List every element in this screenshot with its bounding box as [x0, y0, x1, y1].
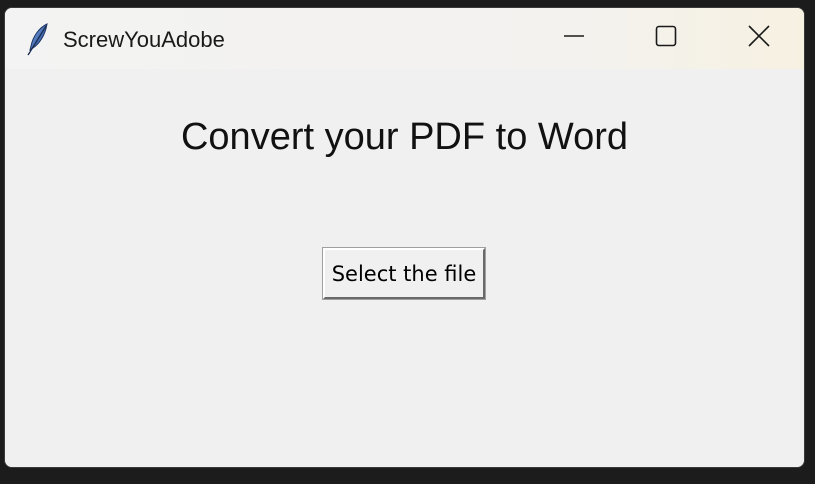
title-bar[interactable]: ScrewYouAdobe: [5, 8, 804, 69]
page-heading: Convert your PDF to Word: [180, 116, 628, 158]
maximize-icon: [655, 25, 677, 52]
close-button[interactable]: [712, 8, 804, 69]
main-content: Convert your PDF to Word Select the file: [5, 69, 804, 467]
maximize-button[interactable]: [620, 8, 712, 69]
minimize-icon: [563, 25, 585, 52]
close-icon: [748, 25, 770, 52]
minimize-button[interactable]: [528, 8, 620, 69]
window-title: ScrewYouAdobe: [63, 27, 225, 52]
feather-icon: [25, 22, 51, 56]
select-file-button[interactable]: Select the file: [322, 247, 486, 300]
app-window: ScrewYouAdobe Convert your PDF to Word S…: [4, 7, 805, 468]
